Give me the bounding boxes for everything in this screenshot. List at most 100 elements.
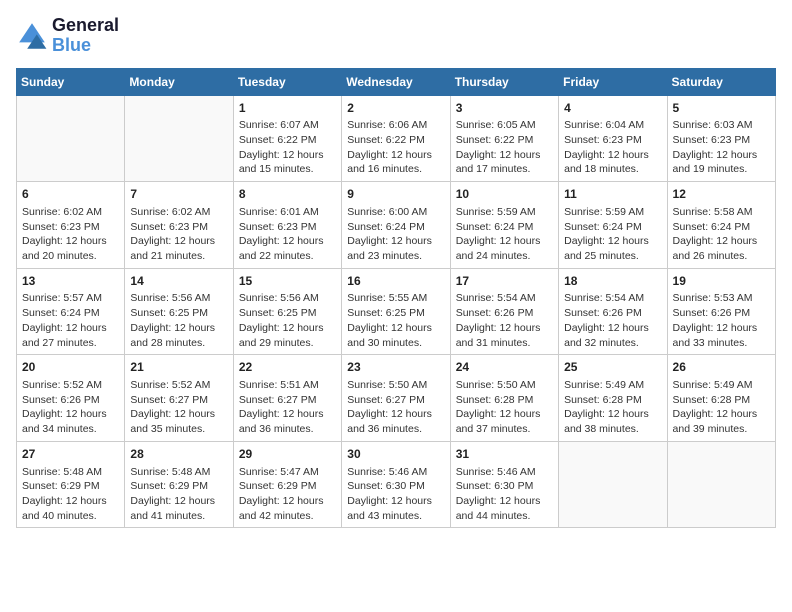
day-info: Sunrise: 6:07 AM Sunset: 6:22 PM Dayligh…: [239, 118, 336, 177]
day-cell: [667, 441, 775, 528]
day-number: 8: [239, 186, 336, 203]
header-cell-monday: Monday: [125, 68, 233, 95]
day-info: Sunrise: 5:48 AM Sunset: 6:29 PM Dayligh…: [22, 465, 119, 524]
day-cell: 16Sunrise: 5:55 AM Sunset: 6:25 PM Dayli…: [342, 268, 450, 355]
day-info: Sunrise: 5:52 AM Sunset: 6:27 PM Dayligh…: [130, 378, 227, 437]
day-info: Sunrise: 5:49 AM Sunset: 6:28 PM Dayligh…: [564, 378, 661, 437]
day-number: 10: [456, 186, 553, 203]
day-number: 7: [130, 186, 227, 203]
day-cell: 21 Sunrise: 5:52 AM Sunset: 6:27 PM Dayli…: [125, 355, 233, 442]
calendar-table: SundayMondayTuesdayWednesdayThursdayFrid…: [16, 68, 776, 529]
header-cell-thursday: Thursday: [450, 68, 558, 95]
day-cell: 3Sunrise: 6:05 AM Sunset: 6:22 PM Daylig…: [450, 95, 558, 182]
day-number: 23: [347, 359, 444, 376]
day-cell: 7 Sunrise: 6:02 AM Sunset: 6:23 PM Daylig…: [125, 182, 233, 269]
day-info: Sunrise: 5:46 AM Sunset: 6:30 PM Dayligh…: [347, 465, 444, 524]
day-cell: 9 Sunrise: 6:00 AM Sunset: 6:24 PM Daylig…: [342, 182, 450, 269]
day-info: Sunrise: 5:57 AM Sunset: 6:24 PM Dayligh…: [22, 291, 119, 350]
day-number: 27: [22, 446, 119, 463]
header-cell-wednesday: Wednesday: [342, 68, 450, 95]
day-cell: 25Sunrise: 5:49 AM Sunset: 6:28 PM Dayli…: [559, 355, 667, 442]
day-info: Sunrise: 5:55 AM Sunset: 6:25 PM Dayligh…: [347, 291, 444, 350]
day-cell: 15Sunrise: 5:56 AM Sunset: 6:25 PM Dayli…: [233, 268, 341, 355]
day-cell: 26 Sunrise: 5:49 AM Sunset: 6:28 PM Dayli…: [667, 355, 775, 442]
calendar-body: 1Sunrise: 6:07 AM Sunset: 6:22 PM Daylig…: [17, 95, 776, 528]
day-cell: 10 Sunrise: 5:59 AM Sunset: 6:24 PM Dayli…: [450, 182, 558, 269]
day-info: Sunrise: 6:03 AM Sunset: 6:23 PM Dayligh…: [673, 118, 770, 177]
day-info: Sunrise: 5:56 AM Sunset: 6:25 PM Dayligh…: [130, 291, 227, 350]
day-number: 3: [456, 100, 553, 117]
day-cell: 22 Sunrise: 5:51 AM Sunset: 6:27 PM Dayli…: [233, 355, 341, 442]
day-cell: 29 Sunrise: 5:47 AM Sunset: 6:29 PM Dayli…: [233, 441, 341, 528]
week-row-3: 13Sunrise: 5:57 AM Sunset: 6:24 PM Dayli…: [17, 268, 776, 355]
page-header: General Blue: [16, 16, 776, 56]
day-number: 30: [347, 446, 444, 463]
day-cell: 8 Sunrise: 6:01 AM Sunset: 6:23 PM Daylig…: [233, 182, 341, 269]
day-number: 22: [239, 359, 336, 376]
day-number: 11: [564, 186, 661, 203]
day-info: Sunrise: 5:59 AM Sunset: 6:24 PM Dayligh…: [564, 205, 661, 264]
day-number: 5: [673, 100, 770, 117]
day-info: Sunrise: 5:52 AM Sunset: 6:26 PM Dayligh…: [22, 378, 119, 437]
day-number: 17: [456, 273, 553, 290]
logo-icon: [16, 20, 48, 52]
day-cell: 1Sunrise: 6:07 AM Sunset: 6:22 PM Daylig…: [233, 95, 341, 182]
day-number: 16: [347, 273, 444, 290]
day-info: Sunrise: 5:53 AM Sunset: 6:26 PM Dayligh…: [673, 291, 770, 350]
day-number: 1: [239, 100, 336, 117]
day-cell: 2Sunrise: 6:06 AM Sunset: 6:22 PM Daylig…: [342, 95, 450, 182]
day-number: 9: [347, 186, 444, 203]
day-number: 18: [564, 273, 661, 290]
day-info: Sunrise: 5:49 AM Sunset: 6:28 PM Dayligh…: [673, 378, 770, 437]
day-cell: 4Sunrise: 6:04 AM Sunset: 6:23 PM Daylig…: [559, 95, 667, 182]
day-info: Sunrise: 6:02 AM Sunset: 6:23 PM Dayligh…: [130, 205, 227, 264]
day-number: 21: [130, 359, 227, 376]
header-cell-saturday: Saturday: [667, 68, 775, 95]
day-info: Sunrise: 6:01 AM Sunset: 6:23 PM Dayligh…: [239, 205, 336, 264]
day-info: Sunrise: 5:51 AM Sunset: 6:27 PM Dayligh…: [239, 378, 336, 437]
header-cell-sunday: Sunday: [17, 68, 125, 95]
day-cell: 24Sunrise: 5:50 AM Sunset: 6:28 PM Dayli…: [450, 355, 558, 442]
day-number: 26: [673, 359, 770, 376]
day-cell: 6Sunrise: 6:02 AM Sunset: 6:23 PM Daylig…: [17, 182, 125, 269]
day-number: 14: [130, 273, 227, 290]
day-info: Sunrise: 5:58 AM Sunset: 6:24 PM Dayligh…: [673, 205, 770, 264]
day-number: 4: [564, 100, 661, 117]
day-number: 15: [239, 273, 336, 290]
week-row-1: 1Sunrise: 6:07 AM Sunset: 6:22 PM Daylig…: [17, 95, 776, 182]
week-row-5: 27 Sunrise: 5:48 AM Sunset: 6:29 PM Dayli…: [17, 441, 776, 528]
day-cell: 18Sunrise: 5:54 AM Sunset: 6:26 PM Dayli…: [559, 268, 667, 355]
day-info: Sunrise: 6:04 AM Sunset: 6:23 PM Dayligh…: [564, 118, 661, 177]
day-info: Sunrise: 5:46 AM Sunset: 6:30 PM Dayligh…: [456, 465, 553, 524]
day-number: 29: [239, 446, 336, 463]
day-number: 31: [456, 446, 553, 463]
day-cell: 31 Sunrise: 5:46 AM Sunset: 6:30 PM Dayli…: [450, 441, 558, 528]
calendar-header: SundayMondayTuesdayWednesdayThursdayFrid…: [17, 68, 776, 95]
day-info: Sunrise: 6:05 AM Sunset: 6:22 PM Dayligh…: [456, 118, 553, 177]
day-cell: 20Sunrise: 5:52 AM Sunset: 6:26 PM Dayli…: [17, 355, 125, 442]
day-info: Sunrise: 5:47 AM Sunset: 6:29 PM Dayligh…: [239, 465, 336, 524]
day-info: Sunrise: 5:50 AM Sunset: 6:28 PM Dayligh…: [456, 378, 553, 437]
day-info: Sunrise: 5:59 AM Sunset: 6:24 PM Dayligh…: [456, 205, 553, 264]
day-cell: 13Sunrise: 5:57 AM Sunset: 6:24 PM Dayli…: [17, 268, 125, 355]
header-cell-friday: Friday: [559, 68, 667, 95]
day-cell: [559, 441, 667, 528]
day-cell: 5Sunrise: 6:03 AM Sunset: 6:23 PM Daylig…: [667, 95, 775, 182]
day-cell: 19Sunrise: 5:53 AM Sunset: 6:26 PM Dayli…: [667, 268, 775, 355]
day-info: Sunrise: 6:00 AM Sunset: 6:24 PM Dayligh…: [347, 205, 444, 264]
day-number: 13: [22, 273, 119, 290]
day-cell: 12 Sunrise: 5:58 AM Sunset: 6:24 PM Dayli…: [667, 182, 775, 269]
day-cell: 23Sunrise: 5:50 AM Sunset: 6:27 PM Dayli…: [342, 355, 450, 442]
day-info: Sunrise: 5:54 AM Sunset: 6:26 PM Dayligh…: [564, 291, 661, 350]
day-info: Sunrise: 5:56 AM Sunset: 6:25 PM Dayligh…: [239, 291, 336, 350]
week-row-2: 6Sunrise: 6:02 AM Sunset: 6:23 PM Daylig…: [17, 182, 776, 269]
day-number: 12: [673, 186, 770, 203]
day-cell: 17Sunrise: 5:54 AM Sunset: 6:26 PM Dayli…: [450, 268, 558, 355]
day-cell: 11 Sunrise: 5:59 AM Sunset: 6:24 PM Dayli…: [559, 182, 667, 269]
day-info: Sunrise: 5:48 AM Sunset: 6:29 PM Dayligh…: [130, 465, 227, 524]
day-cell: 14Sunrise: 5:56 AM Sunset: 6:25 PM Dayli…: [125, 268, 233, 355]
day-info: Sunrise: 5:54 AM Sunset: 6:26 PM Dayligh…: [456, 291, 553, 350]
logo: General Blue: [16, 16, 119, 56]
week-row-4: 20Sunrise: 5:52 AM Sunset: 6:26 PM Dayli…: [17, 355, 776, 442]
day-cell: 27 Sunrise: 5:48 AM Sunset: 6:29 PM Dayli…: [17, 441, 125, 528]
